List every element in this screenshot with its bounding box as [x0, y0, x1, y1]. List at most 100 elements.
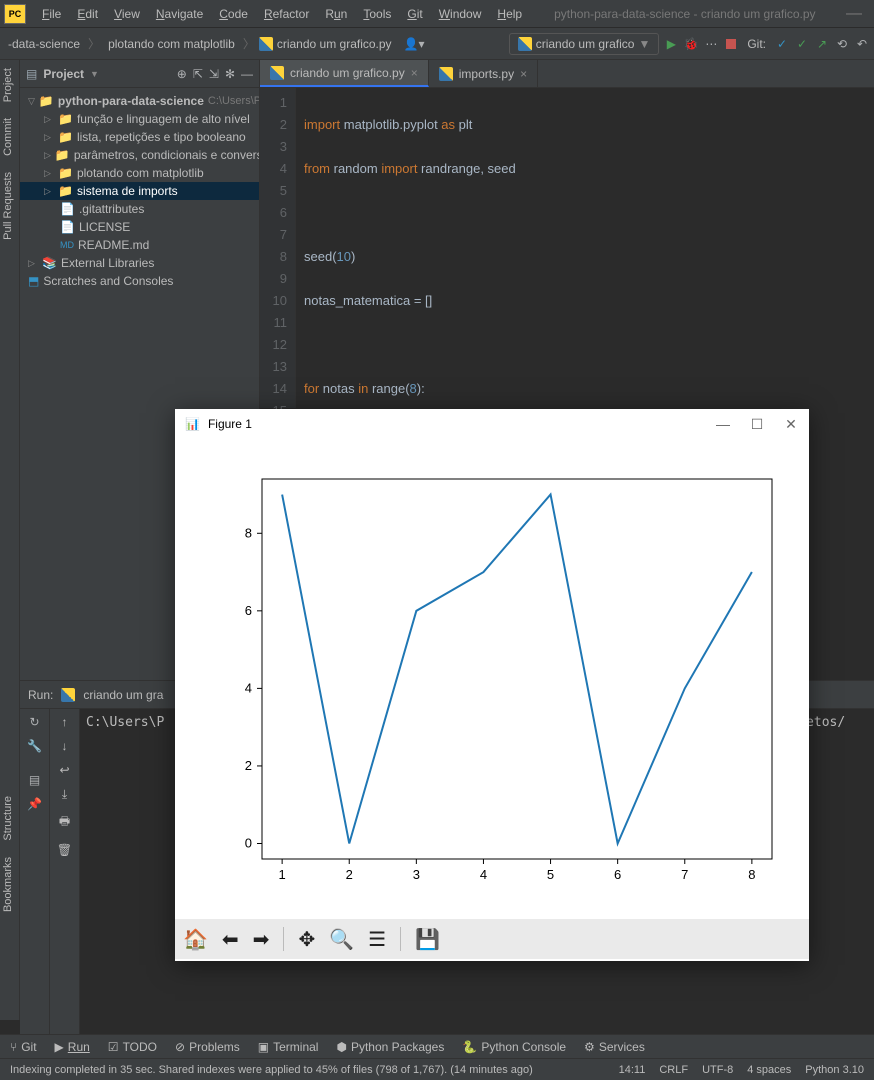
figure-canvas[interactable]: 1234567802468 — [175, 439, 809, 919]
tool-bookmarks[interactable]: Bookmarks — [0, 849, 16, 920]
forward-icon[interactable]: ➡ — [253, 927, 270, 952]
tool-run[interactable]: ▶Run — [55, 1040, 90, 1054]
menu-file[interactable]: File — [34, 4, 69, 24]
breadcrumb-file[interactable]: criando um grafico.py — [259, 37, 392, 51]
scroll-icon[interactable]: ⤓ — [62, 787, 67, 802]
tree-root[interactable]: ▽ 📁 python-para-data-science C:\Users\PC… — [20, 92, 259, 110]
tree-folder[interactable]: ▷📁lista, repetições e tipo booleano — [20, 128, 259, 146]
down-icon[interactable]: ↓ — [62, 739, 68, 753]
breadcrumb-folder[interactable]: plotando com matplotlib — [104, 35, 239, 53]
window-minimize-icon[interactable]: — — [838, 5, 870, 23]
user-icon[interactable]: 👤▾ — [404, 37, 425, 51]
window-minimize-icon[interactable]: — — [715, 416, 731, 433]
menu-help[interactable]: Help — [489, 4, 530, 24]
menu-view[interactable]: View — [106, 4, 148, 24]
tree-file[interactable]: MDREADME.md — [20, 236, 259, 254]
line-gutter: 1 2 3 4 5 6 7 8 9 10 11 12 13 14 15 — [260, 88, 296, 408]
svg-text:2: 2 — [245, 758, 252, 773]
rollback-icon[interactable]: ↶ — [854, 36, 870, 52]
figure-title: Figure 1 — [208, 417, 252, 431]
tool-commit[interactable]: Commit — [0, 110, 16, 164]
tool-python-console[interactable]: 🐍Python Console — [462, 1040, 566, 1054]
close-tab-icon[interactable]: × — [520, 67, 527, 81]
menu-window[interactable]: Window — [431, 4, 490, 24]
save-icon[interactable]: 💾 — [415, 927, 440, 952]
settings-icon[interactable]: ✻ — [225, 67, 235, 81]
tree-scratches[interactable]: ⬒Scratches and Consoles — [20, 272, 259, 290]
pan-icon[interactable]: ✥ — [298, 927, 315, 952]
menu-tools[interactable]: Tools — [355, 4, 399, 24]
collapse-icon[interactable]: ⇲ — [209, 67, 219, 81]
trash-icon[interactable]: 🗑 — [57, 843, 72, 857]
tree-folder[interactable]: ▷📁parâmetros, condicionais e conversão — [20, 146, 259, 164]
window-close-icon[interactable]: ✕ — [783, 416, 799, 433]
wrench-icon[interactable]: 🔧 — [27, 739, 42, 753]
tree-file[interactable]: 📄.gitattributes — [20, 200, 259, 218]
editor-tab[interactable]: criando um grafico.py × — [260, 60, 429, 87]
back-icon[interactable]: ⬅ — [222, 927, 239, 952]
figure-window[interactable]: 📊 Figure 1 — ☐ ✕ 1234567802468 🏠 ⬅ ➡ ✥ 🔍… — [175, 409, 809, 961]
tool-python-packages[interactable]: ⬢Python Packages — [336, 1040, 444, 1054]
chevron-down-icon: ▽ — [28, 96, 35, 107]
vcs-commit-icon[interactable]: ✓ — [794, 36, 810, 52]
chevron-down-icon[interactable]: ▼ — [90, 69, 99, 79]
editor-tab[interactable]: imports.py × — [429, 60, 538, 87]
debug-button[interactable]: 🐞 — [683, 36, 699, 52]
tool-services[interactable]: ⚙Services — [584, 1040, 645, 1054]
stop-button[interactable] — [723, 36, 739, 52]
vcs-push-icon[interactable]: ↗ — [814, 36, 830, 52]
tool-terminal[interactable]: ▣Terminal — [258, 1040, 319, 1054]
status-line-sep[interactable]: CRLF — [659, 1064, 688, 1076]
status-encoding[interactable]: UTF-8 — [702, 1064, 733, 1076]
pin-icon[interactable]: 📌 — [27, 797, 42, 811]
zoom-icon[interactable]: 🔍 — [329, 927, 354, 952]
menu-navigate[interactable]: Navigate — [148, 4, 211, 24]
expand-icon[interactable]: ⇱ — [193, 67, 203, 81]
menu-code[interactable]: Code — [211, 4, 256, 24]
rerun-icon[interactable]: ↻ — [29, 715, 39, 729]
configure-icon[interactable]: ☰ — [368, 927, 386, 952]
tool-problems[interactable]: ⊘Problems — [175, 1040, 240, 1054]
tool-git[interactable]: ⑂Git — [10, 1040, 37, 1054]
status-time[interactable]: 14:11 — [619, 1064, 646, 1076]
tree-folder[interactable]: ▷📁função e linguagem de alto nível — [20, 110, 259, 128]
status-indent[interactable]: 4 spaces — [747, 1064, 791, 1076]
tool-structure[interactable]: Structure — [0, 788, 16, 849]
tool-pull-requests[interactable]: Pull Requests — [0, 164, 16, 248]
print-icon[interactable]: 🖶 — [59, 812, 70, 833]
up-icon[interactable]: ↑ — [62, 715, 68, 729]
menu-refactor[interactable]: Refactor — [256, 4, 317, 24]
vcs-update-icon[interactable]: ✓ — [774, 36, 790, 52]
window-maximize-icon[interactable]: ☐ — [749, 416, 765, 433]
status-interpreter[interactable]: Python 3.10 — [805, 1064, 864, 1076]
chevron-right-icon: ▷ — [44, 168, 54, 179]
menu-edit[interactable]: Edit — [69, 4, 106, 24]
tool-project[interactable]: Project — [0, 60, 16, 110]
figure-titlebar[interactable]: 📊 Figure 1 — ☐ ✕ — [175, 409, 809, 439]
code-editor[interactable]: 1 2 3 4 5 6 7 8 9 10 11 12 13 14 15 impo… — [260, 88, 874, 408]
run-button[interactable]: ▶ — [663, 36, 679, 52]
soft-wrap-icon[interactable]: ↩ — [59, 763, 69, 777]
code-body[interactable]: import matplotlib.pyplot as plt from ran… — [296, 88, 874, 408]
line-chart: 1234567802468 — [192, 449, 792, 909]
menu-run[interactable]: Run — [317, 4, 355, 24]
more-run-icon[interactable]: ⋯ — [703, 36, 719, 52]
close-tab-icon[interactable]: × — [411, 66, 418, 80]
svg-text:4: 4 — [245, 680, 252, 695]
chevron-right-icon: 〉 — [243, 35, 255, 52]
tool-todo[interactable]: ☑TODO — [108, 1040, 157, 1054]
layout-icon[interactable]: ▤ — [29, 773, 40, 787]
menu-git[interactable]: Git — [399, 4, 430, 24]
history-icon[interactable]: ⟲ — [834, 36, 850, 52]
tree-folder-selected[interactable]: ▷📁sistema de imports — [20, 182, 259, 200]
hide-icon[interactable]: — — [241, 67, 253, 81]
target-icon[interactable]: ⊕ — [177, 67, 187, 81]
tree-file[interactable]: 📄LICENSE — [20, 218, 259, 236]
run-config-selector[interactable]: criando um grafico ▼ — [509, 33, 660, 55]
tree-folder[interactable]: ▷📁plotando com matplotlib — [20, 164, 259, 182]
breadcrumb-root[interactable]: -data-science — [4, 35, 84, 53]
folder-icon: 📁 — [58, 184, 73, 198]
tree-external[interactable]: ▷📚External Libraries — [20, 254, 259, 272]
home-icon[interactable]: 🏠 — [183, 927, 208, 952]
left-tool-strip: Project Commit Pull Requests Structure B… — [0, 60, 20, 1020]
